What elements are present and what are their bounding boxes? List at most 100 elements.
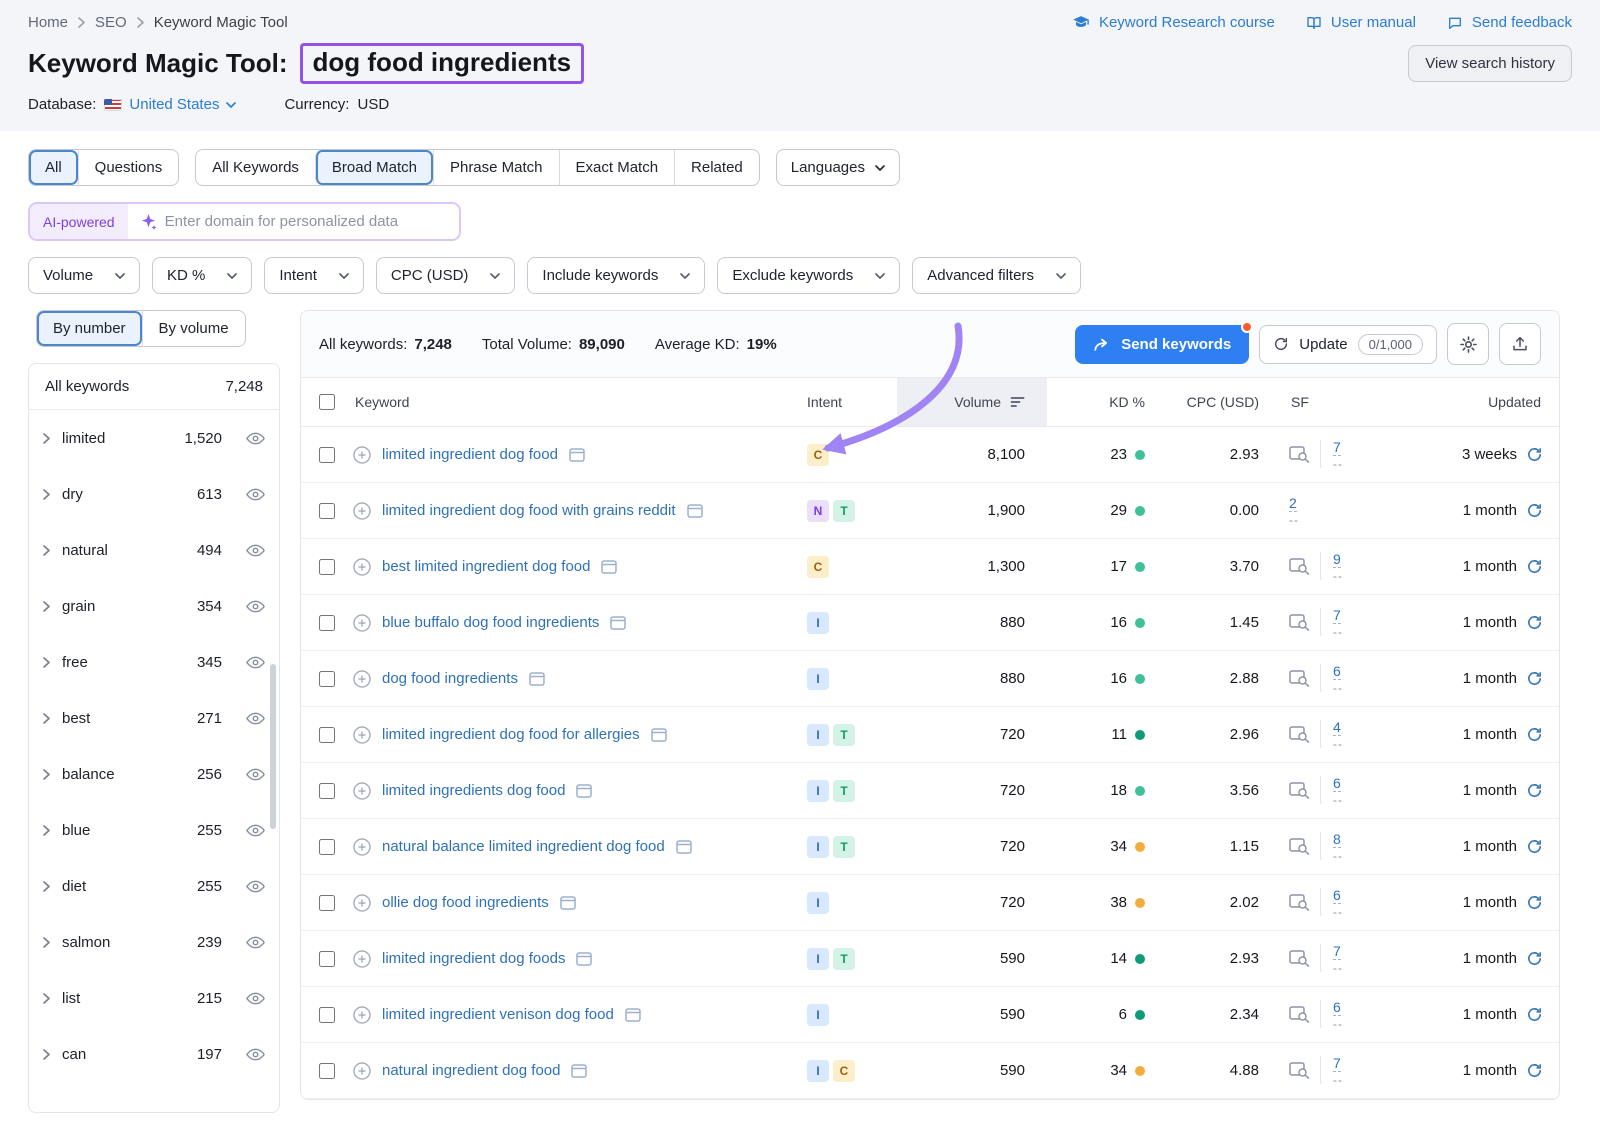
keyword-link[interactable]: dog food ingredients	[382, 670, 518, 687]
match-type-tab[interactable]: Phrase Match	[433, 150, 559, 185]
serp-preview-icon[interactable]	[676, 840, 692, 854]
column-header-kd[interactable]: KD %	[1047, 378, 1159, 426]
keyword-group-row[interactable]: can 197	[29, 1026, 279, 1082]
eye-icon[interactable]	[246, 992, 265, 1005]
eye-icon[interactable]	[246, 656, 265, 669]
send-keywords-button[interactable]: Send keywords	[1075, 325, 1249, 364]
eye-icon[interactable]	[246, 600, 265, 613]
eye-icon[interactable]	[246, 544, 265, 557]
row-checkbox[interactable]	[319, 447, 335, 463]
row-checkbox[interactable]	[319, 671, 335, 687]
eye-icon[interactable]	[246, 712, 265, 725]
refresh-icon[interactable]	[1526, 894, 1543, 911]
filter-dropdown[interactable]: CPC (USD)	[376, 257, 516, 294]
keyword-link[interactable]: natural ingredient dog food	[382, 1062, 560, 1079]
refresh-icon[interactable]	[1526, 1062, 1543, 1079]
serp-preview-icon[interactable]	[560, 896, 576, 910]
serp-preview-icon[interactable]	[529, 672, 545, 686]
filter-dropdown[interactable]: Exclude keywords	[717, 257, 900, 294]
row-checkbox[interactable]	[319, 1063, 335, 1079]
keyword-group-row[interactable]: best 271	[29, 690, 279, 746]
sf-count-link[interactable]: 6	[1333, 663, 1341, 681]
chevron-right-icon[interactable]	[43, 545, 50, 556]
serp-preview-icon[interactable]	[576, 784, 592, 798]
domain-input[interactable]	[159, 204, 459, 239]
chevron-right-icon[interactable]	[43, 657, 50, 668]
sf-count-link[interactable]: 7	[1333, 607, 1341, 625]
keyword-group-row[interactable]: diet 255	[29, 858, 279, 914]
eye-icon[interactable]	[246, 936, 265, 949]
add-keyword-icon[interactable]	[353, 838, 371, 856]
row-checkbox[interactable]	[319, 503, 335, 519]
refresh-icon[interactable]	[1526, 1006, 1543, 1023]
keyword-group-row[interactable]: natural 494	[29, 522, 279, 578]
sf-count-link[interactable]: 9	[1333, 551, 1341, 569]
serp-features-icon[interactable]	[1289, 894, 1310, 911]
serp-features-icon[interactable]	[1289, 670, 1310, 687]
keyword-link[interactable]: natural balance limited ingredient dog f…	[382, 838, 665, 855]
sf-count-link[interactable]: 8	[1333, 831, 1341, 849]
keyword-research-course-link[interactable]: Keyword Research course	[1071, 14, 1275, 31]
keyword-link[interactable]: limited ingredients dog food	[382, 782, 565, 799]
keyword-link[interactable]: limited ingredient dog food with grains …	[382, 502, 676, 519]
database-selector[interactable]: United States	[104, 96, 236, 113]
serp-preview-icon[interactable]	[687, 504, 703, 518]
serp-features-icon[interactable]	[1289, 782, 1310, 799]
keyword-group-row[interactable]: dry 613	[29, 466, 279, 522]
add-keyword-icon[interactable]	[353, 670, 371, 688]
keyword-link[interactable]: ollie dog food ingredients	[382, 894, 549, 911]
chevron-right-icon[interactable]	[43, 489, 50, 500]
chevron-right-icon[interactable]	[43, 769, 50, 780]
groups-header[interactable]: All keywords 7,248	[29, 364, 279, 410]
eye-icon[interactable]	[246, 824, 265, 837]
row-checkbox[interactable]	[319, 1007, 335, 1023]
sidebar-scrollbar[interactable]	[270, 664, 276, 829]
refresh-icon[interactable]	[1526, 558, 1543, 575]
match-type-tab[interactable]: All Keywords	[196, 150, 315, 185]
add-keyword-icon[interactable]	[353, 1062, 371, 1080]
match-type-tab[interactable]: Exact Match	[559, 150, 675, 185]
scope-tab[interactable]: Questions	[78, 150, 179, 185]
refresh-icon[interactable]	[1526, 838, 1543, 855]
refresh-icon[interactable]	[1526, 726, 1543, 743]
keyword-group-row[interactable]: limited 1,520	[29, 410, 279, 466]
sf-count-link[interactable]: 6	[1333, 887, 1341, 905]
sort-toggle-option[interactable]: By volume	[142, 311, 245, 346]
row-checkbox[interactable]	[319, 727, 335, 743]
add-keyword-icon[interactable]	[353, 782, 371, 800]
add-keyword-icon[interactable]	[353, 726, 371, 744]
add-keyword-icon[interactable]	[353, 502, 371, 520]
serp-features-icon[interactable]	[1289, 1006, 1310, 1023]
serp-preview-icon[interactable]	[601, 560, 617, 574]
select-all-checkbox[interactable]	[319, 394, 335, 410]
languages-dropdown[interactable]: Languages	[776, 149, 900, 186]
add-keyword-icon[interactable]	[353, 1006, 371, 1024]
eye-icon[interactable]	[246, 1048, 265, 1061]
chevron-right-icon[interactable]	[43, 937, 50, 948]
sf-count-link[interactable]: 7	[1333, 1055, 1341, 1073]
match-type-tab[interactable]: Broad Match	[315, 150, 433, 185]
chevron-right-icon[interactable]	[43, 713, 50, 724]
sf-count-link[interactable]: 6	[1333, 999, 1341, 1017]
chevron-right-icon[interactable]	[43, 601, 50, 612]
send-feedback-link[interactable]: Send feedback	[1446, 14, 1572, 31]
serp-preview-icon[interactable]	[610, 616, 626, 630]
filter-dropdown[interactable]: KD %	[152, 257, 252, 294]
sort-toggle-option[interactable]: By number	[37, 311, 142, 346]
filter-dropdown[interactable]: Intent	[264, 257, 364, 294]
chevron-right-icon[interactable]	[43, 825, 50, 836]
eye-icon[interactable]	[246, 488, 265, 501]
refresh-icon[interactable]	[1526, 782, 1543, 799]
user-manual-link[interactable]: User manual	[1305, 14, 1416, 31]
table-settings-button[interactable]	[1447, 323, 1489, 365]
serp-features-icon[interactable]	[1289, 558, 1310, 575]
add-keyword-icon[interactable]	[353, 614, 371, 632]
column-header-cpc[interactable]: CPC (USD)	[1159, 378, 1283, 426]
chevron-right-icon[interactable]	[43, 881, 50, 892]
keyword-group-row[interactable]: salmon 239	[29, 914, 279, 970]
add-keyword-icon[interactable]	[353, 950, 371, 968]
keyword-link[interactable]: limited ingredient dog food for allergie…	[382, 726, 640, 743]
filter-dropdown[interactable]: Include keywords	[527, 257, 705, 294]
add-keyword-icon[interactable]	[353, 446, 371, 464]
row-checkbox[interactable]	[319, 951, 335, 967]
